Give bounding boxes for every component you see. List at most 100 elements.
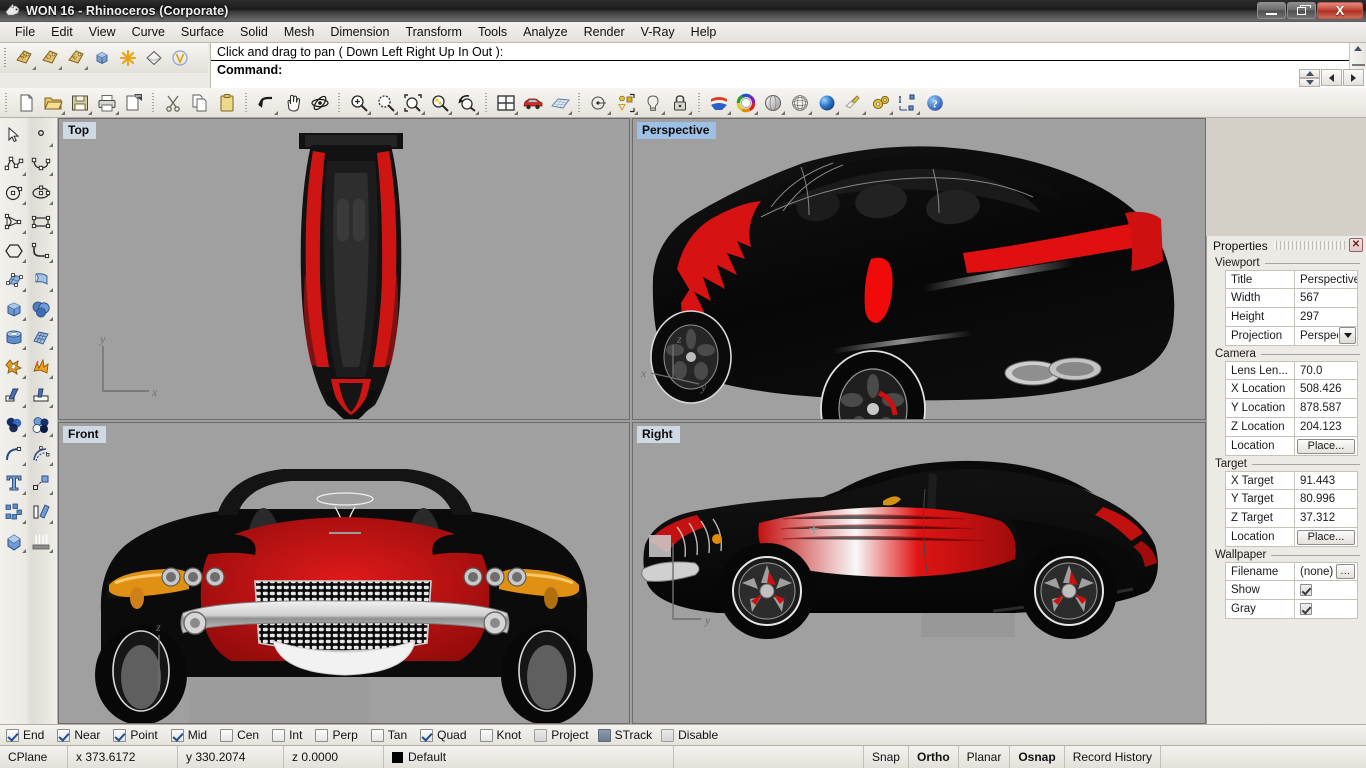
circle-icon[interactable] bbox=[0, 178, 27, 207]
property-value[interactable]: Perspec... bbox=[1295, 327, 1338, 345]
snapshot-star-icon[interactable] bbox=[115, 45, 141, 71]
toggle-snap[interactable]: Snap bbox=[864, 746, 909, 768]
menu-vray[interactable]: V-Ray bbox=[633, 23, 683, 41]
scroll-up-icon[interactable] bbox=[1354, 46, 1362, 51]
cylinder-solid-icon[interactable] bbox=[0, 323, 27, 352]
property-value[interactable]: 37.312 bbox=[1295, 509, 1357, 527]
options-gear-icon[interactable] bbox=[867, 89, 894, 117]
osnap-perp-checkbox[interactable] bbox=[315, 729, 328, 742]
command-prev-button[interactable] bbox=[1321, 69, 1342, 86]
osnap-int-checkbox[interactable] bbox=[272, 729, 285, 742]
offset-curve-icon[interactable] bbox=[27, 439, 54, 468]
command-scrollbar[interactable] bbox=[1349, 43, 1366, 69]
sphere-solid-icon[interactable] bbox=[27, 294, 54, 323]
menu-view[interactable]: View bbox=[81, 23, 124, 41]
ghosted-sphere-icon[interactable] bbox=[786, 89, 813, 117]
zoom-window-icon[interactable] bbox=[372, 89, 399, 117]
target-place-button[interactable]: Place... bbox=[1297, 530, 1355, 545]
chevron-down-icon[interactable] bbox=[1339, 327, 1356, 344]
polygon-icon[interactable] bbox=[0, 236, 27, 265]
property-value[interactable]: Perspective bbox=[1295, 271, 1357, 288]
osnap-strack-checkbox[interactable] bbox=[598, 729, 611, 742]
osnap-quad-checkbox[interactable] bbox=[420, 729, 433, 742]
property-value[interactable]: 508.426 bbox=[1295, 380, 1357, 398]
toggle-osnap[interactable]: Osnap bbox=[1010, 746, 1064, 768]
scroll-thumb[interactable] bbox=[1352, 64, 1365, 66]
rotate-view-icon[interactable] bbox=[306, 89, 333, 117]
osnap-cen-checkbox[interactable] bbox=[220, 729, 233, 742]
menu-help[interactable]: Help bbox=[683, 23, 725, 41]
zoom-previous-icon[interactable] bbox=[453, 89, 480, 117]
viewport-right[interactable]: y Right bbox=[632, 422, 1206, 724]
osnap-end-checkbox[interactable] bbox=[6, 729, 19, 742]
object-properties-icon[interactable] bbox=[612, 89, 639, 117]
current-layer[interactable]: Default bbox=[384, 746, 674, 768]
osnap-mid[interactable]: Mid bbox=[171, 728, 207, 742]
menu-mesh[interactable]: Mesh bbox=[276, 23, 323, 41]
osnap-knot-checkbox[interactable] bbox=[480, 729, 493, 742]
toggle-ortho[interactable]: Ortho bbox=[909, 746, 959, 768]
command-input[interactable]: Command: bbox=[211, 61, 1366, 79]
osnap-point-checkbox[interactable] bbox=[113, 729, 126, 742]
copy-icon[interactable] bbox=[186, 89, 213, 117]
save-file-icon[interactable] bbox=[66, 89, 93, 117]
toggle-record-history[interactable]: Record History bbox=[1065, 746, 1161, 768]
viewport-top[interactable]: y x Top bbox=[58, 118, 630, 420]
osnap-near-checkbox[interactable] bbox=[57, 729, 70, 742]
explode-icon[interactable] bbox=[27, 352, 54, 381]
menu-analyze[interactable]: Analyze bbox=[515, 23, 575, 41]
menu-curve[interactable]: Curve bbox=[124, 23, 173, 41]
close-icon[interactable]: ✕ bbox=[1349, 238, 1363, 252]
osnap-near[interactable]: Near bbox=[57, 728, 100, 742]
property-value[interactable]: 80.996 bbox=[1295, 490, 1357, 508]
toggle-planar[interactable]: Planar bbox=[959, 746, 1011, 768]
cap-solid-icon[interactable] bbox=[0, 526, 27, 555]
point-circle-icon[interactable] bbox=[585, 89, 612, 117]
boolean-ops-icon[interactable] bbox=[0, 410, 27, 439]
shaded-sphere-icon[interactable] bbox=[759, 89, 786, 117]
osnap-cen[interactable]: Cen bbox=[220, 728, 259, 742]
property-value[interactable]: 297 bbox=[1295, 308, 1357, 326]
property-value[interactable]: 878.587 bbox=[1295, 399, 1357, 417]
split-icon[interactable] bbox=[0, 381, 27, 410]
command-next-button[interactable] bbox=[1343, 69, 1364, 86]
scale-icon[interactable] bbox=[27, 468, 54, 497]
cut-scissors-icon[interactable] bbox=[159, 89, 186, 117]
fillet-curve-icon[interactable] bbox=[0, 439, 27, 468]
box-solid-icon[interactable] bbox=[0, 294, 27, 323]
surface-control-points-icon[interactable] bbox=[0, 265, 27, 294]
rendered-sphere-icon[interactable] bbox=[813, 89, 840, 117]
minimize-button[interactable] bbox=[1257, 2, 1286, 19]
viewport-front-label[interactable]: Front bbox=[63, 426, 106, 443]
viewport-perspective-label[interactable]: Perspective bbox=[637, 122, 716, 139]
box-icon[interactable] bbox=[89, 45, 115, 71]
menu-edit[interactable]: Edit bbox=[43, 23, 81, 41]
boolean-difference-icon[interactable] bbox=[27, 410, 54, 439]
array-icon[interactable] bbox=[0, 497, 27, 526]
osnap-point[interactable]: Point bbox=[113, 728, 157, 742]
light-bulb-icon[interactable] bbox=[639, 89, 666, 117]
viewport-front[interactable]: z Front bbox=[58, 422, 630, 724]
menu-tools[interactable]: Tools bbox=[470, 23, 515, 41]
surface-grid-icon[interactable] bbox=[27, 323, 54, 352]
osnap-knot[interactable]: Knot bbox=[480, 728, 522, 742]
property-value[interactable]: (none) bbox=[1295, 563, 1336, 580]
undo-icon[interactable] bbox=[252, 89, 279, 117]
four-viewport-icon[interactable] bbox=[492, 89, 519, 117]
osnap-project-checkbox[interactable] bbox=[534, 729, 547, 742]
close-button[interactable]: X bbox=[1317, 2, 1363, 19]
menu-surface[interactable]: Surface bbox=[173, 23, 232, 41]
panel-drag-handle[interactable] bbox=[1274, 241, 1346, 250]
new-file-icon[interactable] bbox=[12, 89, 39, 117]
menu-dimension[interactable]: Dimension bbox=[322, 23, 397, 41]
boolean-union-icon[interactable] bbox=[0, 352, 27, 381]
toolbar-grip[interactable] bbox=[2, 47, 9, 69]
diamond-surface-icon[interactable] bbox=[141, 45, 167, 71]
point-icon[interactable] bbox=[27, 120, 54, 149]
dimension-icon[interactable] bbox=[894, 89, 921, 117]
cut-paste-icon[interactable] bbox=[120, 89, 147, 117]
lighting-icon[interactable] bbox=[27, 526, 54, 555]
layer-edge-tag-icon[interactable]: E bbox=[63, 45, 89, 71]
property-value[interactable]: 567 bbox=[1295, 289, 1357, 307]
camera-icon[interactable] bbox=[840, 89, 867, 117]
